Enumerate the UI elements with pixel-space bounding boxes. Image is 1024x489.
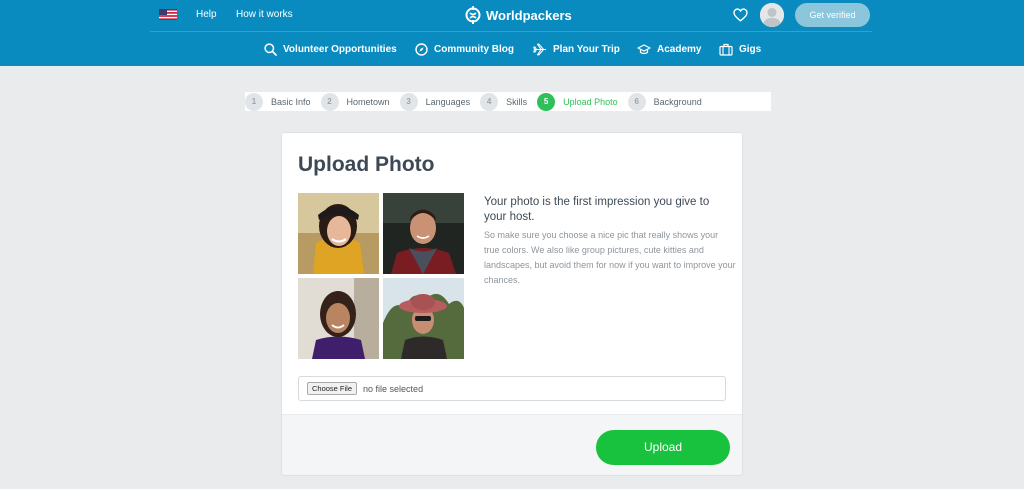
step-hometown[interactable]: 2 Hometown bbox=[320, 92, 390, 111]
step-number: 6 bbox=[627, 92, 646, 111]
nav-label: Volunteer Opportunities bbox=[283, 43, 397, 55]
user-silhouette-icon bbox=[760, 3, 784, 27]
search-icon bbox=[264, 42, 277, 56]
step-upload-photo[interactable]: 5 Upload Photo bbox=[537, 92, 618, 111]
step-languages[interactable]: 3 Languages bbox=[399, 92, 471, 111]
step-label: Languages bbox=[425, 96, 471, 107]
nav-plan-your-trip[interactable]: Plan Your Trip bbox=[533, 41, 620, 57]
nav-label: Community Blog bbox=[434, 43, 514, 55]
how-it-works-link[interactable]: How it works bbox=[236, 9, 293, 21]
example-photo-2 bbox=[383, 193, 464, 274]
briefcase-icon bbox=[719, 43, 733, 56]
step-label: Background bbox=[653, 96, 702, 107]
nav-label: Gigs bbox=[739, 43, 762, 55]
step-number: 1 bbox=[245, 92, 263, 111]
choose-file-button[interactable]: Choose File bbox=[307, 382, 358, 395]
file-upload-field[interactable]: Choose File no file selected bbox=[298, 376, 726, 401]
nav-gigs[interactable]: Gigs bbox=[719, 41, 761, 57]
airplane-icon bbox=[533, 43, 546, 55]
intro-description: So make sure you choose a nice pic that … bbox=[484, 230, 736, 285]
intro-heading: Your photo is the first impression you g… bbox=[484, 196, 710, 223]
step-label: Basic Info bbox=[271, 96, 311, 107]
nav-volunteer-opportunities[interactable]: Volunteer Opportunities bbox=[264, 41, 397, 57]
step-skills[interactable]: 4 Skills bbox=[480, 92, 527, 111]
nav-label: Academy bbox=[657, 43, 702, 55]
step-basic-info[interactable]: 1 Basic Info bbox=[245, 92, 311, 111]
globe-logo-icon bbox=[465, 6, 481, 24]
nav-community-blog[interactable]: Community Blog bbox=[415, 41, 514, 57]
step-label: Skills bbox=[506, 96, 528, 107]
page-title: Upload Photo bbox=[298, 153, 435, 176]
upload-photo-card: Upload Photo Your photo is the first imp… bbox=[281, 132, 743, 476]
step-number: 3 bbox=[399, 92, 418, 111]
example-photo-3 bbox=[298, 278, 379, 359]
step-number: 5 bbox=[537, 92, 556, 111]
graduation-cap-icon bbox=[637, 43, 651, 54]
example-photo-4 bbox=[383, 278, 464, 359]
file-status-text: no file selected bbox=[363, 383, 424, 394]
step-number: 4 bbox=[480, 92, 499, 111]
user-avatar[interactable] bbox=[760, 3, 784, 27]
brand-name: Worldpackers bbox=[486, 7, 572, 23]
step-label: Upload Photo bbox=[563, 96, 618, 107]
get-verified-button[interactable]: Get verified bbox=[795, 3, 870, 27]
us-flag-icon[interactable] bbox=[159, 9, 177, 20]
nav-label: Plan Your Trip bbox=[553, 43, 620, 55]
step-number: 2 bbox=[320, 92, 339, 111]
card-footer: Upload bbox=[282, 414, 742, 475]
top-header: Help How it works Worldpackers Get verif… bbox=[0, 0, 1024, 66]
nav-academy[interactable]: Academy bbox=[637, 41, 701, 57]
step-background[interactable]: 6 Background bbox=[627, 92, 702, 111]
help-link[interactable]: Help bbox=[196, 9, 217, 21]
brand-logo[interactable]: Worldpackers bbox=[465, 5, 572, 25]
heart-icon[interactable] bbox=[733, 8, 748, 22]
upload-button[interactable]: Upload bbox=[596, 430, 730, 465]
example-photo-1 bbox=[298, 193, 379, 274]
step-label: Hometown bbox=[346, 96, 390, 107]
compass-icon bbox=[415, 42, 428, 56]
header-divider bbox=[150, 31, 872, 32]
onboarding-steps: 1 Basic Info 2 Hometown 3 Languages 4 Sk… bbox=[245, 92, 771, 111]
